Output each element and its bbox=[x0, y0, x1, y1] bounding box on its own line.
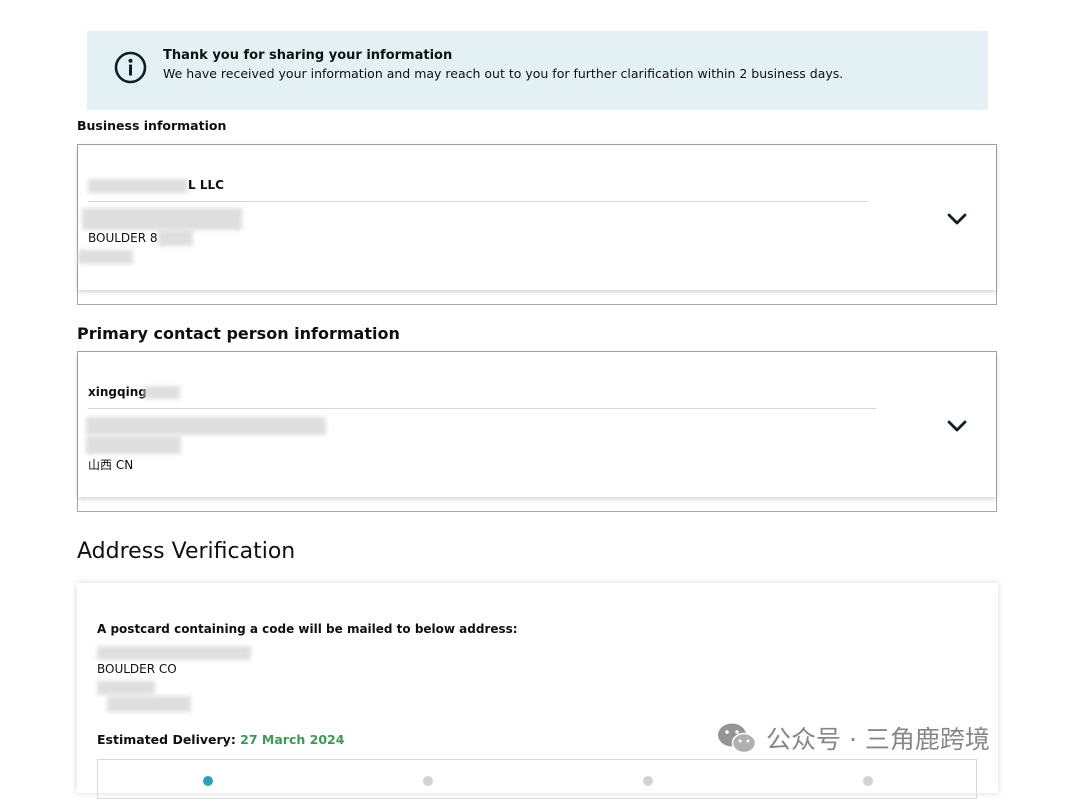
contact-section-label: Primary contact person information bbox=[77, 324, 400, 343]
banner-title: Thank you for sharing your information bbox=[163, 48, 453, 63]
progress-step-4 bbox=[863, 776, 873, 786]
business-card[interactable]: L LLC BOULDER 8 bbox=[77, 144, 997, 305]
watermark-text: 公众号 · 三角鹿跨境 bbox=[766, 725, 990, 754]
contact-name: xingqing bbox=[88, 385, 147, 399]
wechat-icon bbox=[718, 723, 757, 754]
mailing-city-line: BOULDER CO bbox=[97, 662, 177, 676]
redacted-contact-details-2 bbox=[86, 436, 181, 454]
address-verification-title: Address Verification bbox=[77, 539, 296, 564]
redacted-contact-details bbox=[86, 417, 326, 435]
progress-step-2 bbox=[423, 776, 433, 786]
redacted-mailing-zip bbox=[97, 681, 155, 695]
delivery-progress-tracker bbox=[97, 759, 977, 799]
business-card-summary: L LLC BOULDER 8 bbox=[78, 145, 996, 290]
redacted-business-name bbox=[88, 179, 188, 193]
chevron-down-icon[interactable] bbox=[946, 419, 968, 433]
redacted-contact-surname bbox=[144, 386, 180, 399]
redacted-mailing-address bbox=[97, 646, 251, 660]
business-divider bbox=[88, 201, 868, 202]
banner-message: We have received your information and ma… bbox=[163, 66, 844, 81]
estimated-delivery-label: Estimated Delivery: bbox=[97, 732, 236, 747]
progress-step-1 bbox=[203, 776, 213, 786]
info-banner: Thank you for sharing your information W… bbox=[87, 31, 988, 110]
estimated-delivery-date: 27 March 2024 bbox=[240, 732, 345, 747]
contact-divider bbox=[88, 408, 876, 409]
business-address-line: BOULDER 8 bbox=[88, 231, 158, 245]
contact-card[interactable]: xingqing 山西 CN bbox=[77, 351, 997, 512]
address-verification-card: A postcard containing a code will be mai… bbox=[77, 583, 998, 799]
postcard-note: A postcard containing a code will be mai… bbox=[97, 622, 518, 636]
business-section-label: Business information bbox=[77, 118, 227, 133]
redacted-mailing-country bbox=[107, 696, 191, 712]
contact-region: 山西 CN bbox=[88, 458, 134, 472]
redacted-business-address-2 bbox=[158, 230, 193, 246]
watermark: 公众号 · 三角鹿跨境 bbox=[716, 720, 990, 756]
progress-step-3 bbox=[643, 776, 653, 786]
redacted-business-zip bbox=[78, 250, 133, 264]
info-icon bbox=[114, 51, 147, 84]
business-name-suffix: L LLC bbox=[188, 178, 224, 192]
estimated-delivery: Estimated Delivery: 27 March 2024 bbox=[97, 732, 344, 747]
contact-card-summary: xingqing 山西 CN bbox=[78, 352, 996, 497]
redacted-business-address bbox=[82, 208, 242, 230]
chevron-down-icon[interactable] bbox=[946, 212, 968, 226]
